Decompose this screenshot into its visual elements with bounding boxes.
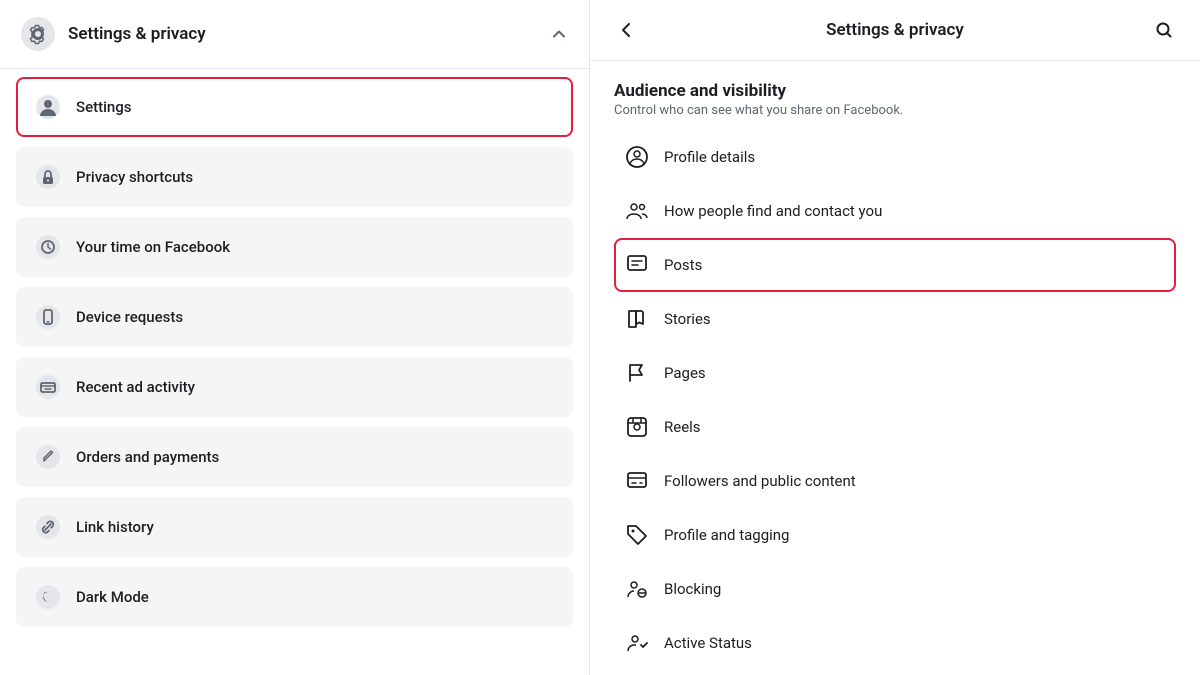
person-icon [34,93,62,121]
followers-public-label: Followers and public content [664,472,856,490]
header-title: Settings & privacy [68,24,206,44]
lock-icon [34,163,62,191]
device-requests-label: Device requests [76,308,183,326]
block-person-icon [624,576,650,602]
right-item-followers-public[interactable]: Followers and public content [614,454,1176,508]
orders-payments-label: Orders and payments [76,448,219,466]
header-left: Settings & privacy [20,16,206,52]
right-content: Audience and visibility Control who can … [590,61,1200,675]
dark-mode-label: Dark Mode [76,588,149,606]
right-item-stories[interactable]: Stories [614,292,1176,346]
right-item-how-people-find[interactable]: How people find and contact you [614,184,1176,238]
right-item-profile-details[interactable]: Profile details [614,130,1176,184]
stories-label: Stories [664,310,711,328]
right-item-profile-tagging[interactable]: Profile and tagging [614,508,1176,562]
profile-details-label: Profile details [664,148,755,166]
right-panel: Settings & privacy Audience and visibili… [590,0,1200,675]
link-icon [34,513,62,541]
clock-icon [34,233,62,261]
left-menu-items: Settings Privacy shortcuts [0,69,589,641]
audience-visibility-subtitle: Control who can see what you share on Fa… [614,103,1176,118]
audience-visibility-section: Audience and visibility Control who can … [614,81,1176,670]
sidebar-item-orders-payments[interactable]: Orders and payments [16,427,573,487]
right-item-pages[interactable]: Pages [614,346,1176,400]
sidebar-item-link-history[interactable]: Link history [16,497,573,557]
left-panel: Settings & privacy Settings [0,0,590,675]
back-button[interactable] [610,14,642,46]
right-item-blocking[interactable]: Blocking [614,562,1176,616]
right-item-posts[interactable]: Posts [614,238,1176,292]
person-group-icon [624,198,650,224]
recent-ad-activity-label: Recent ad activity [76,378,195,396]
moon-icon [34,583,62,611]
search-button[interactable] [1148,14,1180,46]
ad-icon [34,373,62,401]
tag-icon [624,522,650,548]
settings-label: Settings [76,98,132,116]
privacy-shortcuts-label: Privacy shortcuts [76,168,193,186]
chevron-up-icon [549,24,569,44]
sidebar-item-device-requests[interactable]: Device requests [16,287,573,347]
pencil-icon [34,443,62,471]
reels-icon [624,414,650,440]
sidebar-item-settings[interactable]: Settings [16,77,573,137]
time-on-facebook-label: Your time on Facebook [76,238,230,256]
sidebar-item-dark-mode[interactable]: Dark Mode [16,567,573,627]
active-status-label: Active Status [664,634,752,652]
reels-label: Reels [664,418,701,436]
flag-icon [624,360,650,386]
link-history-label: Link history [76,518,154,536]
audience-visibility-title: Audience and visibility [614,81,1176,101]
posts-label: Posts [664,256,702,274]
person-circle-icon [624,144,650,170]
sidebar-item-recent-ad-activity[interactable]: Recent ad activity [16,357,573,417]
posts-icon [624,252,650,278]
right-item-active-status[interactable]: Active Status [614,616,1176,670]
right-header: Settings & privacy [590,0,1200,61]
phone-icon [34,303,62,331]
profile-tagging-label: Profile and tagging [664,526,789,544]
gear-icon [20,16,56,52]
sidebar-item-privacy-shortcuts[interactable]: Privacy shortcuts [16,147,573,207]
pages-label: Pages [664,364,706,382]
how-people-find-label: How people find and contact you [664,202,882,220]
right-header-title: Settings & privacy [826,20,964,40]
blocking-label: Blocking [664,580,721,598]
active-person-icon [624,630,650,656]
followers-icon [624,468,650,494]
settings-privacy-header[interactable]: Settings & privacy [0,0,589,69]
right-item-reels[interactable]: Reels [614,400,1176,454]
sidebar-item-time-on-facebook[interactable]: Your time on Facebook [16,217,573,277]
book-icon [624,306,650,332]
